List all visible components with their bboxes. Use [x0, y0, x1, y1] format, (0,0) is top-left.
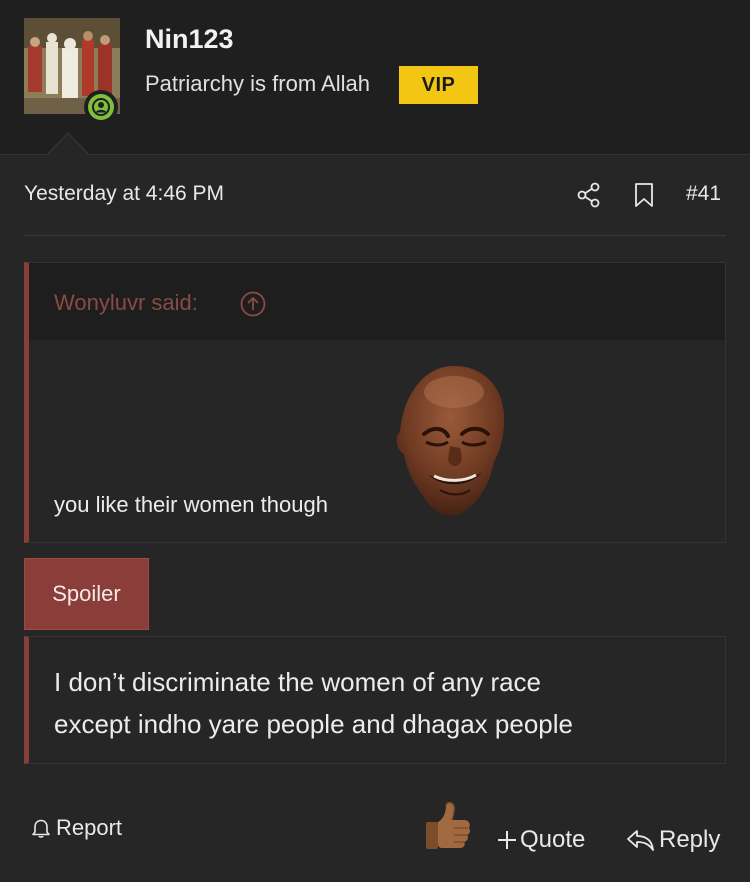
share-icon[interactable] — [576, 182, 602, 213]
quote-text: you like their women though — [54, 492, 328, 517]
post-date-link[interactable]: Yesterday at 4:46 PM — [24, 182, 224, 206]
spoiler-button[interactable]: Spoiler — [24, 558, 149, 630]
plus-icon — [498, 831, 516, 849]
quote-button[interactable]: Quote — [496, 826, 585, 854]
user-title: Patriarchy is from Allah — [145, 71, 370, 96]
spoiler-content: I don’t discriminate the women of any ra… — [24, 636, 726, 764]
quote-header: Wonyluvr said: — [29, 263, 725, 340]
quote-block: Wonyluvr said: you like their women thou… — [24, 262, 726, 543]
vip-badge: VIP — [399, 66, 478, 104]
spoiler-line-1: I don’t discriminate the women of any ra… — [54, 667, 542, 697]
username-link[interactable]: Nin123 — [145, 24, 234, 55]
divider — [24, 235, 726, 236]
reply-label: Reply — [659, 826, 721, 853]
bell-icon — [32, 819, 50, 838]
spoiler-line-2: except indho yare people and dhagax peop… — [54, 709, 573, 739]
quote-label: Quote — [520, 826, 586, 853]
report-button[interactable]: Report — [30, 815, 122, 841]
report-label: Report — [56, 815, 123, 840]
thumbs-up-reaction-icon[interactable] — [424, 800, 472, 857]
bookmark-icon[interactable] — [633, 182, 655, 213]
online-status-indicator — [84, 90, 118, 124]
crying-face-image[interactable] — [394, 362, 512, 517]
reply-arrow-icon — [627, 830, 654, 851]
post-number-link[interactable]: #41 — [686, 182, 721, 206]
quote-author-link[interactable]: Wonyluvr said: — [54, 290, 198, 316]
reply-button[interactable]: Reply — [625, 826, 720, 854]
spoiler-text: I don’t discriminate the women of any ra… — [54, 661, 573, 745]
jump-to-quote-icon[interactable] — [239, 290, 267, 323]
user-icon — [92, 98, 110, 116]
